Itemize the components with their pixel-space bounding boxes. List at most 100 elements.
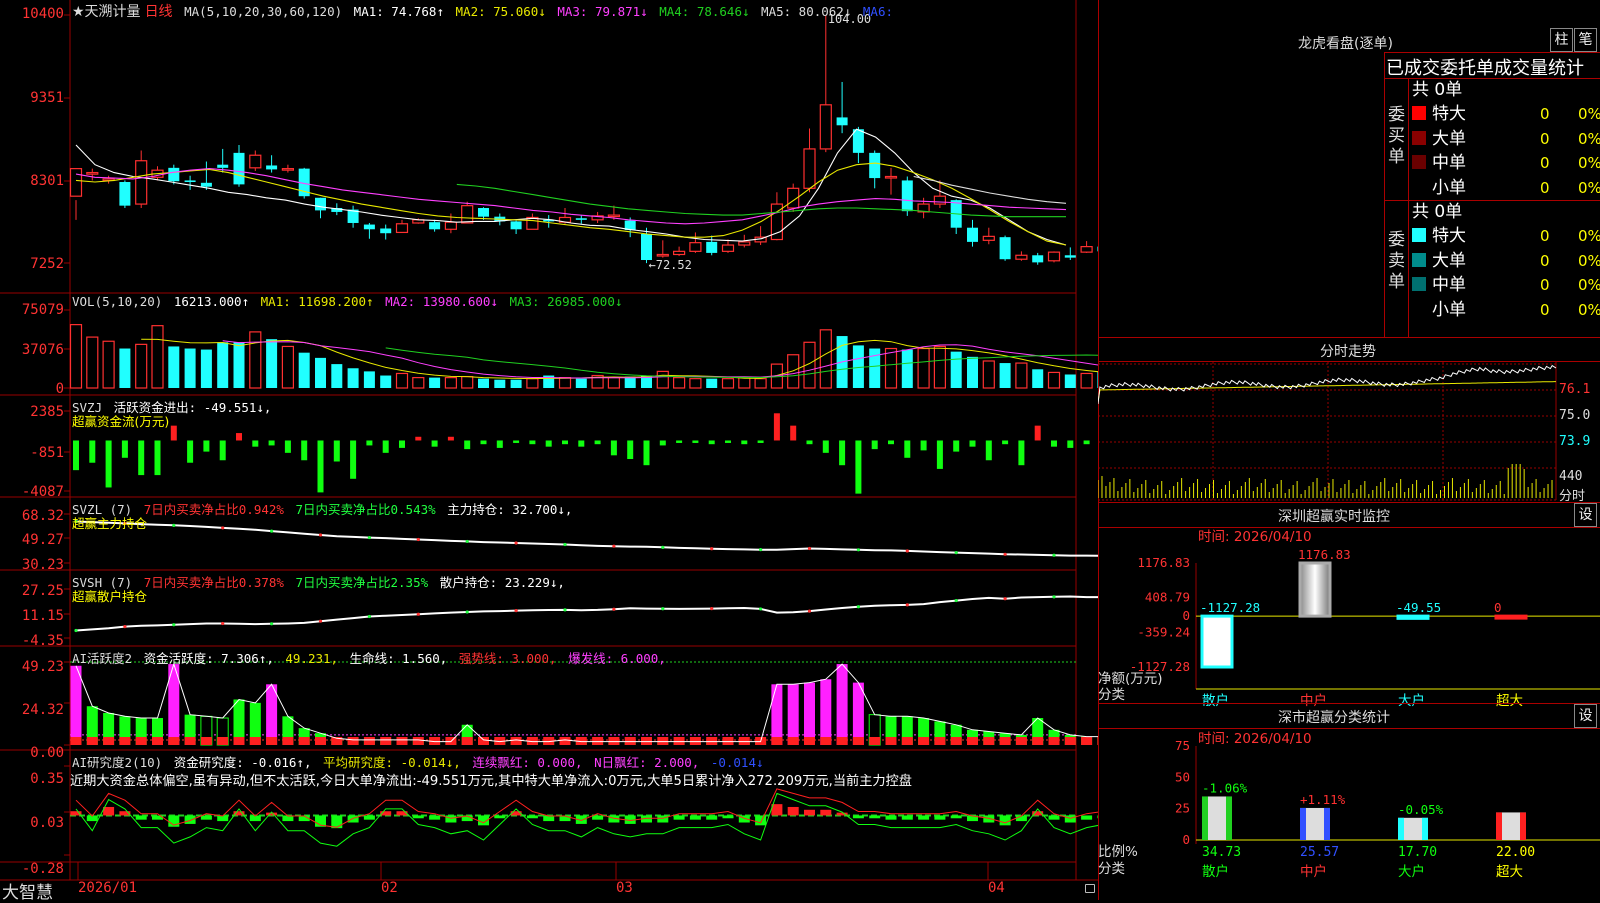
vol-bar-down [184,348,196,388]
legend-swatch [1412,130,1426,145]
order-table-header: 已成交委托单成交量统计 [1386,58,1584,79]
low-price-label: ←72.52 [649,258,692,272]
ai2-label: AI研究度2(10) [72,755,163,770]
svzj-bar [871,440,878,450]
ai1-base-bar [1048,737,1060,745]
vol-bar-up [1015,362,1028,389]
svzj-bar [594,440,601,445]
ma1-value: MA1: 74.768↑ [353,4,444,19]
svzj-bar [610,440,617,456]
svzj-bar [741,440,748,445]
order-count: 0 [1540,227,1550,245]
svzl-line-point [514,541,518,545]
ai1-base-bar [412,737,424,745]
ai1-bar [852,682,864,745]
svzj-bar [317,440,324,493]
intraday-chart[interactable] [1098,362,1600,502]
lock-icon[interactable] [1085,884,1095,893]
vol-bar-up [721,378,735,389]
kline-area[interactable]: 104.00 ←72.52 10400 9351 8301 7252 75079 … [0,0,1098,903]
intraday-tick: 75.0 [1559,408,1591,423]
candle-body-up [884,175,898,179]
intraday-avg-line [1098,381,1556,403]
cls-category: 散户 [1202,863,1229,880]
svzj-bar [105,440,112,488]
sz-bar-value: -1127.28 [1200,600,1260,615]
candle-body-up [672,250,686,256]
svzl-line-point [270,529,274,533]
ai2-bar [510,811,522,816]
x-label: 2026/01 [78,880,138,896]
cls-settings-button[interactable]: 设 [1574,704,1597,728]
svsh-line-point [661,607,665,611]
ai1-base-bar [852,737,864,745]
vol-bar-up [69,324,83,389]
vol-bar-up [819,329,832,389]
candle-body-up [803,148,816,189]
legend-swatch [1412,155,1426,169]
ai1-base-bar [641,737,652,745]
vol-bar-up [754,378,767,389]
ai1-base-bar [771,737,783,745]
tick-view-button[interactable]: 笔 [1574,28,1597,52]
svzj-bar [301,440,308,461]
sz-category: 散户 [1202,692,1229,707]
svzl-a: 7日内买卖净占比0.942% [143,502,284,517]
ai2-bar [184,815,196,824]
vol-bar-up [884,347,898,389]
vol-bar-up [395,372,409,389]
order-size-label: 特大 [1432,104,1466,124]
vol-ytick: 0 [55,381,64,397]
svzj-bar [252,440,259,447]
column-view-button[interactable]: 柱 [1550,28,1573,52]
order-pct: 0% [1578,276,1600,294]
candle-body-down [999,237,1011,260]
cls-ytick: 50 [1175,769,1190,784]
vol-bar-up [135,343,148,389]
candle-body-up [526,216,539,230]
candle-body-up [689,242,702,252]
candle-body-up [738,241,751,246]
cls-bar-left [1300,807,1306,840]
candle-body-up [395,223,409,234]
ma5-value: MA5: 80.062↓ [761,4,852,19]
vol-bar-up [738,377,751,389]
candle-body-down [233,152,245,185]
svzj-bar [138,440,145,476]
candle-body-up [819,104,832,150]
ai1-base-bar [86,737,98,745]
candle-body-down [429,222,441,230]
ai1-d: 强势线: 3.000, [458,651,557,666]
candle-body-up [721,244,735,252]
svsh-line-point [1052,595,1056,599]
ai1-base-bar [804,737,815,745]
order-pct: 0% [1578,227,1600,245]
ai1-base-bar [983,737,995,745]
ai1-base-bar [478,737,489,745]
svsh-line-point [1003,597,1007,601]
sz-settings-button[interactable]: 设 [1574,503,1597,527]
candle-body-down [641,234,652,261]
svsh-line-point [367,614,371,619]
cls-category: 超大 [1496,864,1523,880]
order-row: 中单 0 0% [1412,273,1600,297]
svzj-bar [496,440,503,448]
svzj-bar [513,440,520,443]
candle-body-down [901,180,913,212]
cls-change: +1.11% [1300,792,1346,807]
period-label[interactable]: 日线 [145,4,173,20]
ai2-bar [869,815,881,819]
order-count: 0 [1540,178,1550,197]
sz-ytick: 0 [1182,608,1190,623]
svsh-ytick: -4.35 [21,633,64,649]
candle-body-down [266,165,278,170]
candle-body-down [478,208,489,217]
vol-bar-down [1032,369,1044,388]
candle-body-down [967,227,978,242]
ai2-bar [266,812,278,816]
svzj-bar [822,440,829,453]
sz-bar [1494,614,1528,620]
ai2-ytick: 0.35 [30,771,64,787]
order-count: 0 [1540,154,1550,172]
sz-ytick: 1176.83 [1137,555,1190,570]
